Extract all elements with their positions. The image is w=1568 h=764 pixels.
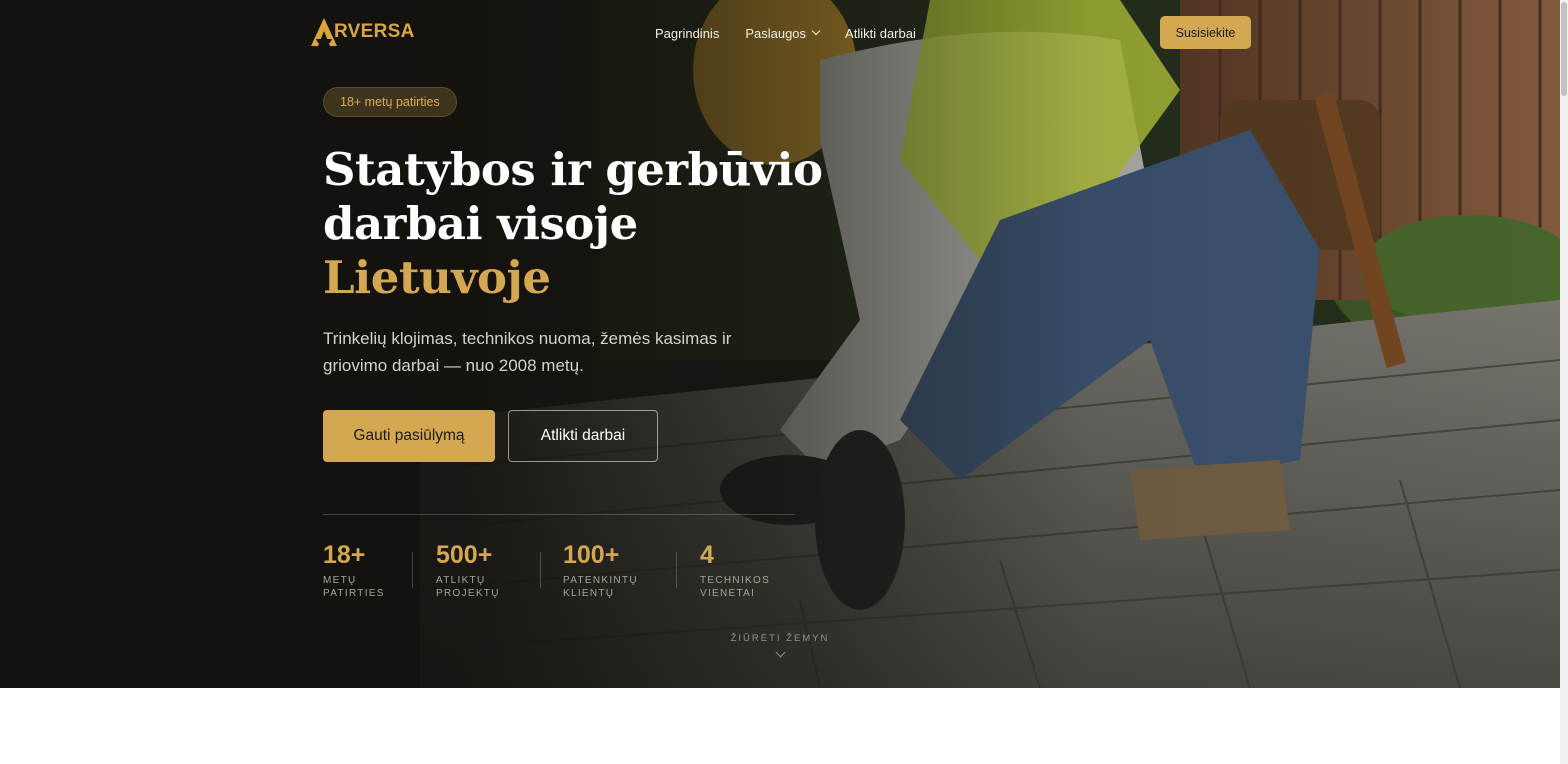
- hero-title-accent: Lietuvoje: [323, 251, 551, 304]
- stat-separator: [412, 552, 413, 588]
- hero-title-line-2: darbai visoje: [323, 197, 638, 250]
- stat-separator: [676, 552, 677, 588]
- scrollbar-thumb[interactable]: [1561, 2, 1567, 96]
- hero-title: Statybos ir gerbūvio darbai visoje Lietu…: [323, 143, 843, 305]
- stat-projects: 500+ Atliktų projektų: [436, 540, 526, 600]
- nav-item-atlikti-darbai[interactable]: Atlikti darbai: [845, 24, 916, 42]
- chevron-down-icon: [811, 26, 821, 36]
- stat-separator: [540, 552, 541, 588]
- chevron-down-icon: [775, 647, 785, 658]
- contact-button[interactable]: Susisiekite: [1160, 16, 1251, 49]
- stat-clients: 100+ Patenkintų klientų: [563, 540, 653, 600]
- stat-label: Patenkintų klientų: [563, 574, 653, 600]
- stat-label-line-1: Metų: [323, 575, 357, 586]
- experience-badge: 18+ metų patirties: [323, 87, 457, 117]
- hero-subtitle: Trinkelių klojimas, technikos nuoma, žem…: [323, 329, 732, 375]
- stat-label: Technikos vienetai: [700, 574, 790, 600]
- scroll-down-label: ŽIŪRĖTI ŽEMYN: [730, 633, 830, 644]
- page-scrollbar[interactable]: [1560, 0, 1568, 764]
- scroll-down-hint[interactable]: ŽIŪRĖTI ŽEMYN: [730, 633, 830, 658]
- logo-text: RVERSA: [334, 21, 415, 42]
- hero-section: RVERSA Pagrindinis Paslaugos Atlikti dar…: [0, 0, 1560, 688]
- stat-label: Metų patirties: [323, 574, 413, 600]
- stat-label-line-2: klientų: [563, 588, 615, 599]
- stat-label-line-2: patirties: [323, 588, 385, 599]
- hero-title-line-1: Statybos ir gerbūvio: [323, 143, 823, 196]
- stat-label-line-1: Patenkintų: [563, 575, 638, 586]
- stat-label-line-1: Technikos: [700, 575, 771, 586]
- stat-label-line-2: projektų: [436, 588, 500, 599]
- main-nav: Pagrindinis Paslaugos Atlikti darbai: [655, 24, 916, 42]
- nav-item-paslaugos-label: Paslaugos: [745, 25, 807, 41]
- stat-value: 500+: [436, 541, 493, 569]
- logo[interactable]: RVERSA: [310, 16, 415, 48]
- stat-label-line-2: vienetai: [700, 588, 756, 599]
- stat-value: 100+: [563, 541, 620, 569]
- stats-divider: [323, 514, 795, 515]
- stat-label-line-1: Atliktų: [436, 575, 486, 586]
- stat-value: 18+: [323, 541, 366, 569]
- stat-equipment: 4 Technikos vienetai: [700, 540, 790, 600]
- stat-value: 4: [700, 541, 714, 569]
- stat-label: Atliktų projektų: [436, 574, 526, 600]
- get-quote-button[interactable]: Gauti pasiūlymą: [323, 410, 495, 462]
- stat-years: 18+ Metų patirties: [323, 540, 413, 600]
- nav-item-paslaugos[interactable]: Paslaugos: [745, 24, 821, 42]
- completed-works-button[interactable]: Atlikti darbai: [508, 410, 658, 462]
- nav-item-pagrindinis[interactable]: Pagrindinis: [655, 24, 719, 42]
